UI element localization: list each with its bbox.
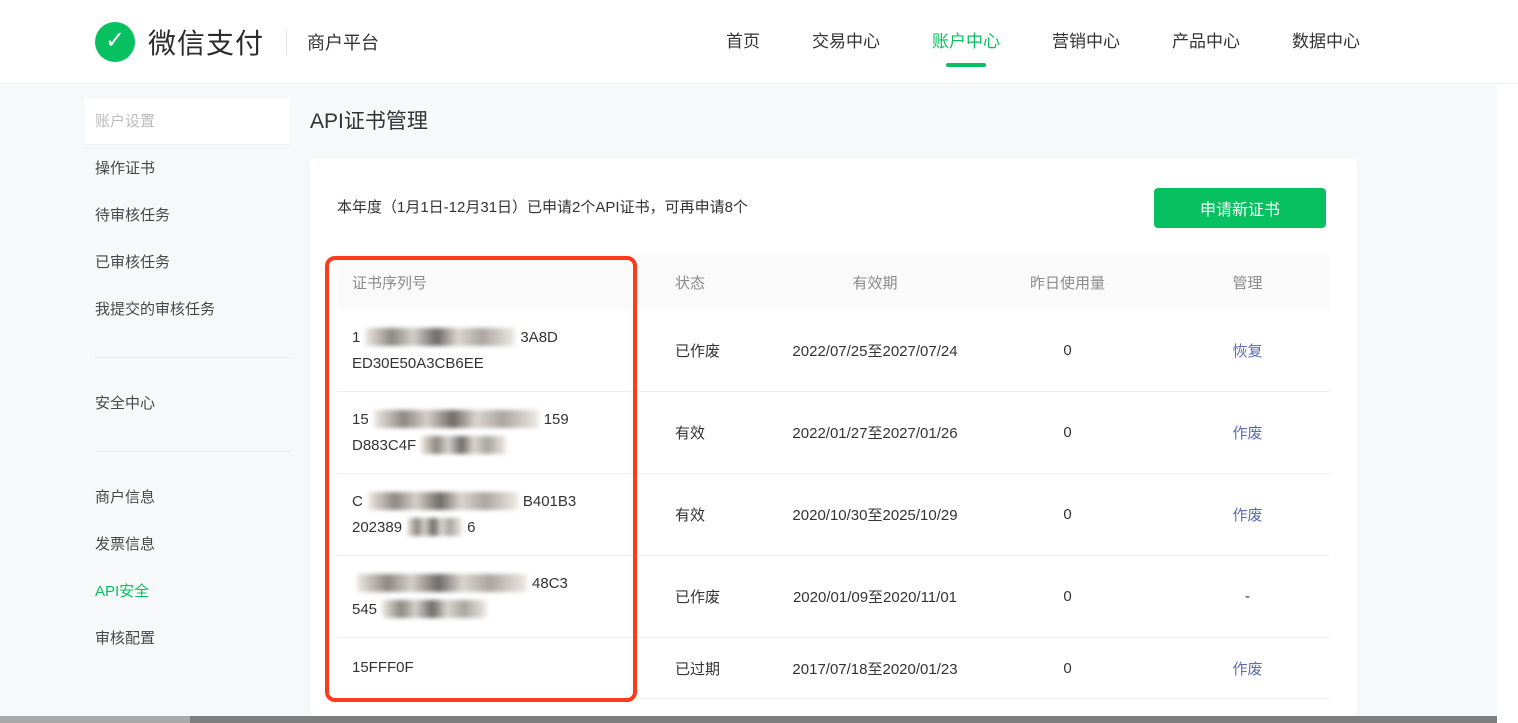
status-cell: 有效 [675,507,706,524]
validity-cell: 2020/10/30至2025/10/29 [792,507,958,524]
horizontal-scrollbar[interactable] [0,716,1497,723]
scrollbar-thumb[interactable] [190,716,1497,723]
serial-fragment: D883C4F [352,436,417,454]
logo-divider [286,29,288,55]
sidebar-item[interactable]: 商户信息 [85,474,290,521]
table-body: 1 3A8D ED30E50A3CB6EE 已作废 2022/07/25至2027/07… [337,310,1330,699]
certificate-serial: 15 159 D883C4F [337,407,650,459]
certificate-serial: 15FFF0F [337,655,650,681]
sidebar: 个人设置个人信息操作证书待审核任务已审核任务我提交的审核任务安全中心账户设置商户… [85,98,290,662]
serial-fragment: C [352,492,363,510]
action-cell: - [1165,588,1330,605]
redacted-blur [373,409,539,428]
check-icon: ✓ [104,27,126,54]
serial-fragment: 15 [352,410,369,428]
nav-item[interactable]: 交易中心 [812,32,880,52]
status-cell: 已作废 [675,589,721,606]
nav-item[interactable]: 产品中心 [1172,32,1240,52]
table-row: C B401B3 202389 6 有效 2020/10/30至2025/10/29 0 作废 [337,474,1330,556]
validity-cell: 2022/01/27至2027/01/26 [792,425,958,442]
sidebar-divider [85,427,290,474]
wechat-pay-logo-icon: ✓ [95,22,135,62]
nav-item[interactable]: 首页 [726,32,760,52]
action-link[interactable]: 作废 [1232,507,1262,524]
redacted-blur [357,573,527,592]
certificate-serial: 48C3 545 [337,571,650,623]
table-row: 48C3 545 已作废 2020/01/09至2020/11/01 0 - [337,556,1330,638]
serial-fragment: 48C3 [532,574,568,592]
validity-cell: 2017/07/18至2020/01/23 [792,660,958,678]
certificate-serial: 1 3A8D ED30E50A3CB6EE [337,325,650,377]
quota-text: 本年度（1月1日-12月31日）已申请2个API证书，可再申请8个 [337,199,748,216]
sidebar-item[interactable]: 已审核任务 [85,239,290,286]
usage-cell: 0 [1063,659,1072,677]
portal-label: 商户平台 [307,33,380,53]
action-cell: 恢复 [1165,340,1330,361]
action-dash: - [1245,588,1250,605]
column-header: 有效期 [852,275,898,292]
usage-cell: 0 [1063,424,1072,441]
certificate-serial: C B401B3 202389 6 [337,489,650,541]
action-link[interactable]: 恢复 [1232,343,1262,360]
table-row: 15 159 D883C4F 有效 2022/01/27至2027/01/26 0 作废 [337,392,1330,474]
nav-item[interactable]: 账户中心 [932,32,1000,52]
sidebar-item[interactable]: 审核配置 [85,615,290,662]
logo-group: ✓ 微信支付 商户平台 [95,0,379,84]
serial-fragment: 545 [352,600,378,618]
logo-text: 微信支付 [148,28,265,59]
validity-cell: 2020/01/09至2020/11/01 [792,589,958,606]
serial-fragment: 3A8D [520,328,558,346]
status-cell: 有效 [675,425,706,442]
action-link[interactable]: 作废 [1232,425,1262,442]
quota-row: 本年度（1月1日-12月31日）已申请2个API证书，可再申请8个 申请新证书 [337,188,1330,228]
table-header: 证书序列号 状态 有效期 昨日使用量 管理 [337,255,1330,310]
redacted-blur [367,491,518,510]
sidebar-item[interactable]: 待审核任务 [85,192,290,239]
column-header: 昨日使用量 [1029,275,1105,292]
action-cell: 作废 [1165,422,1330,443]
main-nav: 首页 交易中心 账户中心 营销中心 产品中心 数据中心 [726,0,1360,84]
status-cell: 已作废 [675,343,721,360]
serial-fragment: B401B3 [522,492,577,510]
page-title: API证书管理 [310,110,428,133]
table-row: 1 3A8D ED30E50A3CB6EE 已作废 2022/07/25至2027/07… [337,310,1330,392]
nav-item[interactable]: 营销中心 [1052,32,1120,52]
certificate-card: 本年度（1月1日-12月31日）已申请2个API证书，可再申请8个 申请新证书 … [310,158,1357,716]
redacted-blur [365,327,516,346]
sidebar-item[interactable]: 我提交的审核任务 [85,286,290,333]
sidebar-item[interactable]: API安全 [85,568,290,615]
nav-item[interactable]: 数据中心 [1292,32,1360,52]
redacted-blur [407,517,463,536]
action-cell: 作废 [1165,658,1330,679]
sidebar-item[interactable]: 操作证书 [85,145,290,192]
column-header: 管理 [1232,275,1263,292]
redacted-blur [421,435,507,454]
sidebar-item[interactable]: 安全中心 [85,380,290,427]
usage-cell: 0 [1063,588,1072,605]
action-cell: 作废 [1165,504,1330,525]
redacted-blur [382,599,488,618]
action-link[interactable]: 作废 [1232,661,1262,678]
serial-fragment: 1 [352,328,361,346]
serial-fragment: ED30E50A3CB6EE [352,354,484,372]
sidebar-item[interactable]: 发票信息 [85,521,290,568]
serial-fragment: 6 [467,518,476,536]
apply-new-certificate-button[interactable]: 申请新证书 [1154,188,1326,228]
serial-fragment: 15FFF0F [352,659,414,676]
sidebar-divider [85,333,290,380]
usage-cell: 0 [1063,506,1072,523]
certificate-table: 证书序列号 状态 有效期 昨日使用量 管理 1 3A8D ED30E50A3CB6EE 已作废… [337,255,1330,699]
validity-cell: 2022/07/25至2027/07/24 [792,343,958,360]
top-header: ✓ 微信支付 商户平台 首页 交易中心 账户中心 营销中心 产品中心 数据中心 [0,0,1518,84]
serial-fragment: 159 [543,410,569,428]
column-header: 证书序列号 [352,275,428,292]
usage-cell: 0 [1063,342,1072,359]
table-row: 15FFF0F 已过期 2017/07/18至2020/01/23 0 作废 [337,638,1330,699]
serial-fragment: 202389 [352,518,403,536]
status-cell: 已过期 [675,660,721,678]
sidebar-group-header: 账户设置 [85,98,290,145]
column-header: 状态 [675,275,706,292]
